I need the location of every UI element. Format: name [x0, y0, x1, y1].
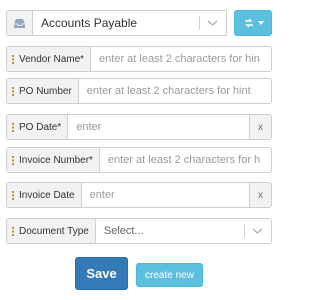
po-date-label: PO Date*	[6, 114, 68, 140]
document-type-value: Select...	[103, 225, 144, 237]
grip-icon	[12, 54, 14, 64]
save-button[interactable]: Save	[75, 257, 128, 290]
invoice-date-row: Invoice Date enter x	[6, 182, 272, 208]
document-type-select[interactable]: Select...	[94, 218, 272, 244]
select-separator	[244, 224, 245, 238]
invoice-date-input[interactable]: enter	[80, 182, 250, 208]
profile-select[interactable]: Accounts Payable	[32, 10, 227, 36]
grip-icon	[12, 86, 14, 96]
select-separator	[199, 16, 200, 30]
po-number-row: PO Number enter at least 2 characters fo…	[6, 78, 272, 104]
grip-icon	[12, 226, 14, 236]
grip-icon	[12, 155, 14, 165]
create-new-button[interactable]: create new	[136, 263, 203, 287]
chevron-down-icon	[252, 228, 263, 234]
refresh-icon	[244, 18, 253, 28]
po-number-input[interactable]: enter at least 2 characters for hint	[77, 78, 272, 104]
document-type-label: Document Type	[6, 218, 95, 244]
invoice-date-clear-button[interactable]: x	[250, 182, 272, 208]
inbox-tray-icon	[6, 10, 32, 36]
invoice-date-label: Invoice Date	[6, 182, 81, 208]
profile-selector-row: Accounts Payable	[6, 10, 272, 36]
caret-down-icon	[257, 21, 264, 25]
vendor-name-input[interactable]: enter at least 2 characters for hin	[90, 46, 272, 72]
po-date-input[interactable]: enter	[67, 114, 250, 140]
po-number-label: PO Number	[6, 78, 78, 104]
profile-select-value: Accounts Payable	[41, 16, 138, 30]
po-date-row: PO Date* enter x	[6, 114, 272, 140]
vendor-name-row: Vendor Name* enter at least 2 characters…	[6, 46, 272, 72]
invoice-number-row: Invoice Number* enter at least 2 charact…	[6, 147, 272, 173]
document-type-row: Document Type Select...	[6, 218, 272, 244]
chevron-down-icon	[207, 20, 218, 26]
grip-icon	[12, 190, 14, 200]
po-date-clear-button[interactable]: x	[250, 114, 272, 140]
grip-icon	[12, 122, 14, 132]
vendor-name-label: Vendor Name*	[6, 46, 91, 72]
refresh-dropdown-button[interactable]	[234, 10, 272, 36]
invoice-number-label: Invoice Number*	[6, 147, 99, 173]
invoice-number-input[interactable]: enter at least 2 characters for h	[98, 147, 272, 173]
